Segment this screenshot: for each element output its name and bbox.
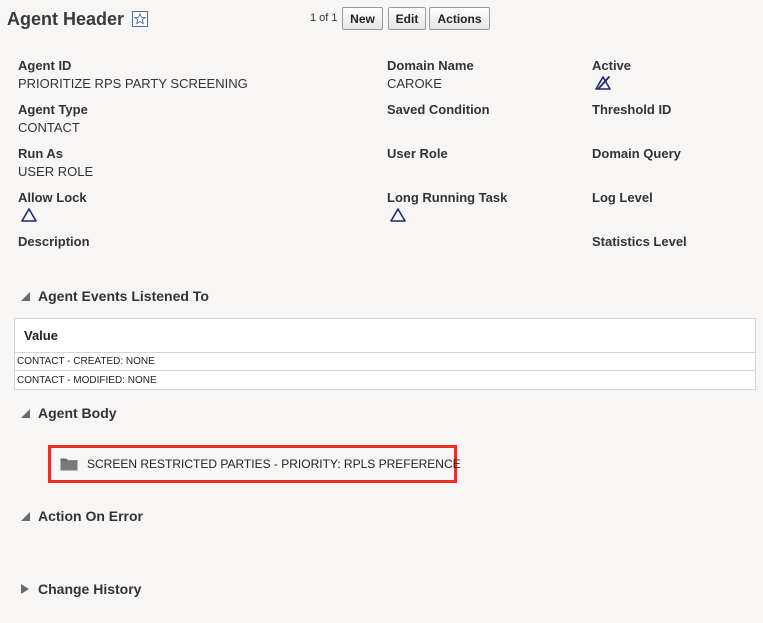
run-as-label: Run As <box>18 146 64 161</box>
agent-type-label: Agent Type <box>18 102 88 117</box>
favorite-star-icon[interactable] <box>132 11 148 27</box>
section-agent-body-title: Agent Body <box>38 405 117 421</box>
agent-body-highlight: SCREEN RESTRICTED PARTIES - PRIORITY: RP… <box>48 445 461 483</box>
domain-name-value: CAROKE <box>387 76 442 91</box>
events-column-header[interactable]: Value <box>15 319 755 353</box>
expand-triangle-icon <box>21 584 29 594</box>
agent-body-item-label: SCREEN RESTRICTED PARTIES - PRIORITY: RP… <box>87 457 461 471</box>
section-change-history-title: Change History <box>38 581 142 597</box>
table-row[interactable]: CONTACT - CREATED: NONE <box>15 353 755 371</box>
new-button[interactable]: New <box>342 7 383 30</box>
section-agent-events-title: Agent Events Listened To <box>38 288 209 304</box>
agent-type-value: CONTACT <box>18 120 80 135</box>
log-level-label: Log Level <box>592 190 653 205</box>
user-role-label: User Role <box>387 146 448 161</box>
collapse-triangle-icon <box>21 292 30 301</box>
agent-id-label: Agent ID <box>18 58 72 73</box>
table-row[interactable]: CONTACT - MODIFIED: NONE <box>15 371 755 389</box>
folder-icon <box>60 458 78 471</box>
domain-query-label: Domain Query <box>592 146 681 161</box>
actions-button[interactable]: Actions <box>429 7 490 30</box>
page-title: Agent Header <box>7 9 125 29</box>
agent-id-value: PRIORITIZE RPS PARTY SCREENING <box>18 76 248 91</box>
agent-body-item[interactable]: SCREEN RESTRICTED PARTIES - PRIORITY: RP… <box>60 457 461 471</box>
section-agent-body[interactable]: Agent Body <box>20 405 117 421</box>
collapse-triangle-icon <box>21 409 30 418</box>
allow-lock-label: Allow Lock <box>18 190 87 205</box>
long-running-task-label: Long Running Task <box>387 190 508 205</box>
section-action-on-error[interactable]: Action On Error <box>20 508 143 524</box>
domain-name-label: Domain Name <box>387 58 474 73</box>
description-label: Description <box>18 234 90 249</box>
collapse-triangle-icon <box>21 512 30 521</box>
unchecked-triangle-icon <box>390 208 406 222</box>
edit-button[interactable]: Edit <box>388 7 426 30</box>
section-action-on-error-title: Action On Error <box>38 508 144 524</box>
active-label: Active <box>592 58 632 73</box>
section-agent-events[interactable]: Agent Events Listened To <box>20 288 209 304</box>
record-pager: 1 of 1 <box>310 12 338 24</box>
events-table: Value CONTACT - CREATED: NONE CONTACT - … <box>14 318 756 390</box>
saved-condition-label: Saved Condition <box>387 102 490 117</box>
checked-triangle-icon <box>595 76 611 90</box>
run-as-value: USER ROLE <box>18 164 94 179</box>
section-change-history[interactable]: Change History <box>20 581 141 597</box>
unchecked-triangle-icon <box>21 208 37 222</box>
threshold-id-label: Threshold ID <box>592 102 672 117</box>
statistics-level-label: Statistics Level <box>592 234 687 249</box>
